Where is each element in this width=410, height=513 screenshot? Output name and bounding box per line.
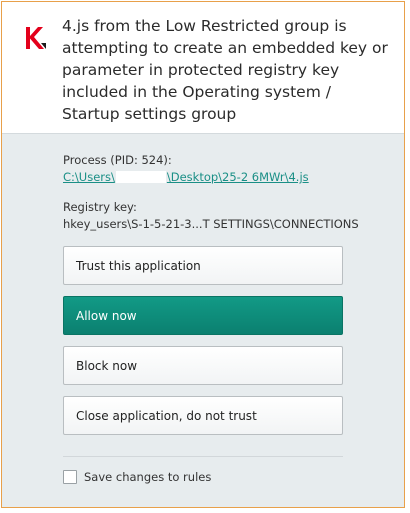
close-application-button[interactable]: Close application, do not trust <box>63 396 343 435</box>
save-rules-option[interactable]: Save changes to rules <box>63 470 211 484</box>
alert-header: 4.js from the Low Restricted group is at… <box>2 2 404 134</box>
divider <box>63 456 343 457</box>
registry-label: Registry key: <box>63 200 137 214</box>
save-rules-label: Save changes to rules <box>84 470 212 484</box>
process-path-suffix: \Desktop\25-2 6MWr\4.js <box>166 170 309 184</box>
alert-window: 4.js from the Low Restricted group is at… <box>1 1 405 508</box>
save-rules-checkbox[interactable] <box>63 470 77 484</box>
redacted-username <box>115 171 166 183</box>
registry-value: hkey_users\S-1-5-21-3...T SETTINGS\CONNE… <box>63 217 359 231</box>
trust-application-button[interactable]: Trust this application <box>63 246 343 285</box>
kaspersky-logo-icon <box>26 27 46 49</box>
allow-now-button[interactable]: Allow now <box>63 296 343 335</box>
alert-message: 4.js from the Low Restricted group is at… <box>62 17 388 123</box>
process-label: Process (PID: 524): <box>63 153 172 167</box>
process-path-link[interactable]: C:\Users\ \Desktop\25-2 6MWr\4.js <box>63 170 309 184</box>
block-now-button[interactable]: Block now <box>63 346 343 385</box>
process-path-prefix: C:\Users\ <box>63 170 115 184</box>
